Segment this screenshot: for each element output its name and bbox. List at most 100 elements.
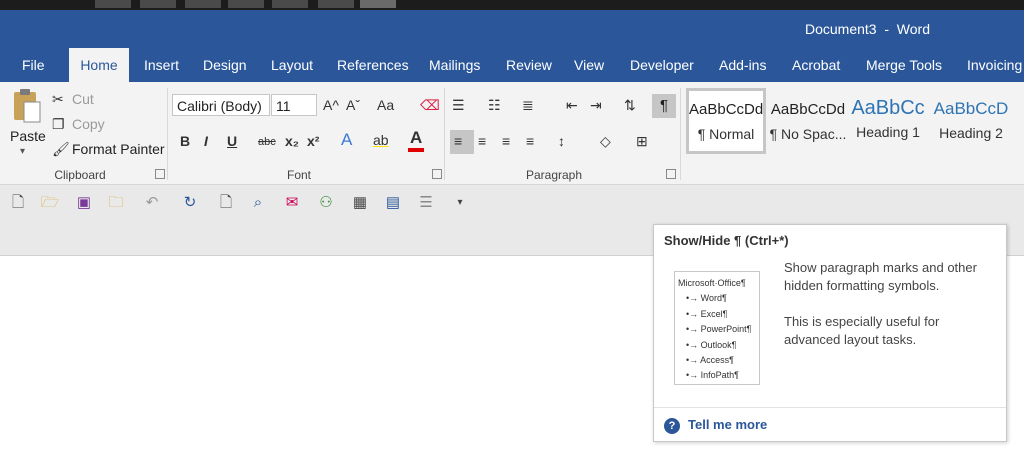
style-heading-2[interactable]: AaBbCcD Heading 2 [932, 88, 1010, 154]
paragraph-launcher-icon[interactable] [666, 169, 676, 179]
shrink-font-button[interactable]: Aˇ [346, 96, 360, 114]
save-icon[interactable]: ▣ [74, 193, 94, 213]
taskbar-app-5[interactable] [272, 0, 308, 8]
redo-icon[interactable]: ↻ [180, 193, 200, 213]
highlight-button[interactable]: ab [373, 131, 389, 149]
style-heading-1[interactable]: AaBbCc Heading 1 [850, 88, 926, 154]
superscript-button[interactable]: x² [307, 132, 319, 150]
borders-icon[interactable]: ⊞ [636, 132, 648, 150]
line-spacing-icon[interactable]: ↕ [558, 132, 565, 150]
sort-icon[interactable]: ⇅ [624, 96, 636, 114]
justify-icon[interactable]: ≡ [526, 132, 534, 150]
preview-line: Microsoft·Office¶ [678, 278, 746, 288]
tab-layout[interactable]: Layout [261, 48, 323, 82]
show-hide-button[interactable]: ¶ [652, 94, 676, 118]
tab-file[interactable]: File [12, 48, 55, 82]
paste-dropdown-icon[interactable]: ▾ [20, 146, 25, 157]
shading-icon[interactable]: ◇ [600, 132, 611, 150]
paragraph-group-label: Paragraph [525, 168, 583, 182]
tab-home[interactable]: Home [69, 48, 129, 82]
underline-button[interactable]: U [227, 132, 237, 150]
clear-formatting-icon[interactable]: ⌫ [420, 96, 440, 114]
style-normal[interactable]: AaBbCcDd ¶ Normal [686, 88, 766, 154]
style-name: Heading 1 [856, 124, 920, 140]
open-folder-icon[interactable]: 🗁 [40, 193, 60, 213]
taskbar-app-4[interactable] [228, 0, 264, 8]
align-center-icon[interactable]: ≡ [478, 132, 486, 150]
bold-button[interactable]: B [180, 132, 190, 150]
tooltip-description: Show paragraph marks and other hidden fo… [784, 260, 977, 293]
style-preview: AaBbCcDd [689, 101, 763, 118]
divider [167, 88, 168, 180]
taskbar-app-2[interactable] [140, 0, 176, 8]
taskbar-app-word[interactable] [360, 0, 396, 8]
customize-icon[interactable]: ▾ [450, 193, 470, 213]
tab-merge-tools[interactable]: Merge Tools [856, 48, 952, 82]
tab-mailings[interactable]: Mailings [419, 48, 490, 82]
tab-developer[interactable]: Developer [620, 48, 704, 82]
taskbar-app-1[interactable] [95, 0, 131, 8]
tab-view[interactable]: View [564, 48, 614, 82]
help-icon: ? [664, 417, 680, 434]
paste-button[interactable] [10, 88, 44, 128]
font-size-combo[interactable]: 11 [271, 94, 317, 116]
window-title: Document3 - Word [804, 21, 930, 37]
envelope-icon[interactable]: ✉ [282, 193, 302, 213]
search-icon[interactable]: ⌕ [248, 193, 268, 213]
tab-review[interactable]: Review [496, 48, 562, 82]
taskbar-app-6[interactable] [318, 0, 354, 8]
tab-add-ins[interactable]: Add-ins [709, 48, 776, 82]
multilevel-list-icon[interactable]: ≣ [522, 96, 534, 114]
font-color-button[interactable]: A [410, 129, 422, 147]
copy-icon: ❐ [52, 116, 65, 132]
table-icon[interactable]: ▦ [350, 193, 370, 213]
tell-me-more-link[interactable]: ? Tell me more [664, 417, 767, 434]
tab-insert[interactable]: Insert [134, 48, 189, 82]
org-chart-icon[interactable]: ⚇ [316, 193, 336, 213]
tab-invoicing[interactable]: Invoicing [957, 48, 1024, 82]
page-icon[interactable]: 🗋 [216, 193, 236, 213]
preview-line: •→ InfoPath¶ [686, 370, 740, 381]
folder-arrow-icon[interactable]: 🗀 [106, 193, 126, 213]
tab-references[interactable]: References [327, 48, 419, 82]
grow-font-button[interactable]: A^ [323, 96, 339, 114]
subscript-button[interactable]: x₂ [285, 132, 299, 150]
text-effects-button[interactable]: A [341, 131, 352, 149]
divider [680, 88, 681, 180]
font-name-combo[interactable]: Calibri (Body) [172, 94, 270, 116]
font-launcher-icon[interactable] [432, 169, 442, 179]
tab-design[interactable]: Design [193, 48, 257, 82]
divider [444, 88, 445, 180]
increase-indent-icon[interactable]: ⇥ [590, 96, 602, 114]
tell-me-more-label[interactable]: Tell me more [688, 417, 767, 432]
style-name: ¶ No Spac... [769, 126, 847, 142]
style-name: ¶ Normal [697, 126, 755, 142]
format-painter-icon: 🖌 [52, 141, 70, 157]
list-icon[interactable]: ☰ [416, 193, 436, 213]
ribbon-home: Paste ▾ ✂ Cut ❐ Copy 🖌 Format Painter Cl… [0, 82, 1024, 185]
tooltip-text: Show paragraph marks and other hidden fo… [784, 259, 994, 367]
numbering-icon[interactable]: ☷ [488, 96, 501, 114]
decrease-indent-icon[interactable]: ⇤ [566, 96, 578, 114]
taskbar-app-3[interactable] [185, 0, 221, 8]
change-case-button[interactable]: Aa [377, 96, 394, 114]
clipboard-launcher-icon[interactable] [155, 169, 165, 179]
cut-button[interactable]: Cut [72, 91, 94, 107]
italic-button[interactable]: I [204, 132, 208, 150]
strikethrough-button[interactable]: abc [258, 133, 276, 151]
copy-button[interactable]: Copy [72, 116, 105, 132]
ribbon-tabs: File Home Insert Design Layout Reference… [0, 48, 1024, 82]
style-no-spacing[interactable]: AaBbCcDd ¶ No Spac... [768, 88, 848, 154]
tooltip-preview-image: Microsoft·Office¶ •→ Word¶ •→ Excel¶ •→ … [674, 271, 760, 385]
format-painter-button[interactable]: Format Painter [72, 141, 165, 157]
align-right-icon[interactable]: ≡ [502, 132, 510, 150]
style-preview: AaBbCcD [933, 99, 1009, 118]
taskbar [0, 0, 1024, 10]
undo-icon[interactable]: ↶ [142, 193, 162, 213]
tab-acrobat[interactable]: Acrobat [782, 48, 850, 82]
new-doc-icon[interactable]: 🗋 [8, 193, 28, 213]
paste-label[interactable]: Paste [10, 128, 46, 144]
title-bar: Document3 - Word [0, 10, 1024, 48]
picture-icon[interactable]: ▤ [383, 193, 403, 213]
bullets-icon[interactable]: ☰ [452, 96, 465, 114]
